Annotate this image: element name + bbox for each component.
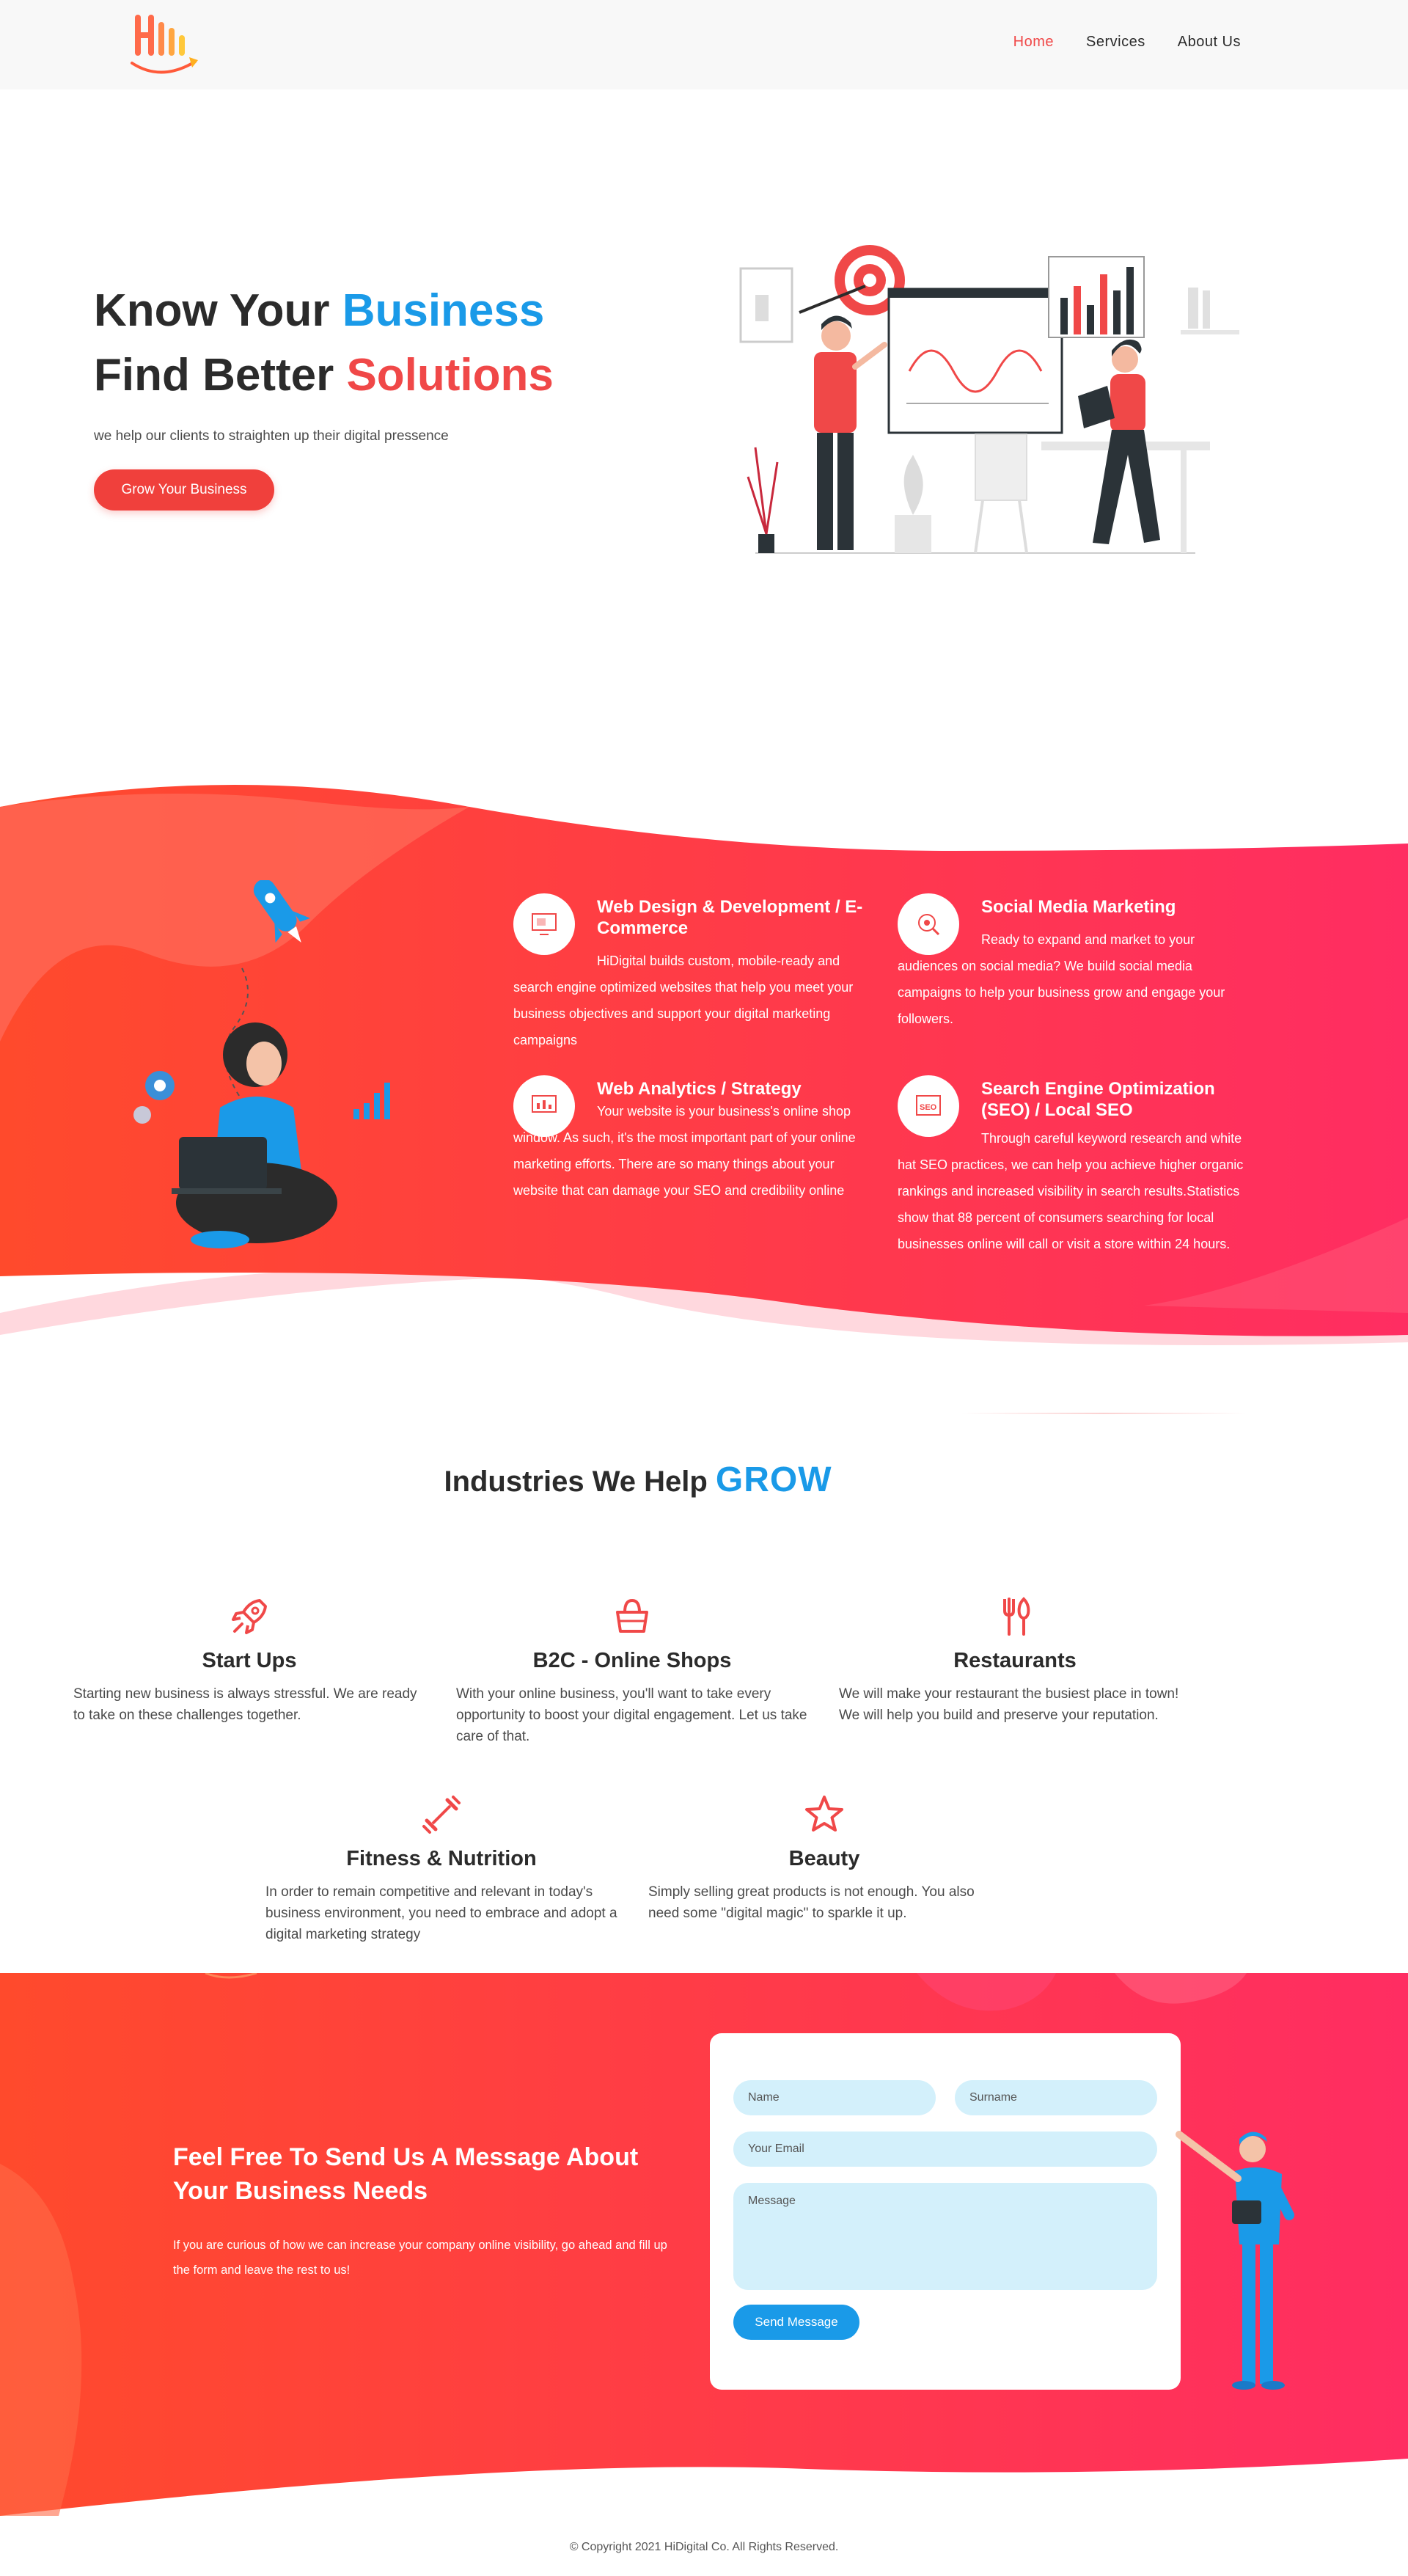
service-web-design: Web Design & Development / E-Commerce Hi… [513, 893, 880, 1053]
hero-line1-highlight: Business [342, 285, 545, 336]
nav-about-link[interactable]: About Us [1178, 34, 1241, 51]
surname-input[interactable]: Surname [955, 2080, 1157, 2115]
industry-text: In order to remain competitive and relev… [265, 1884, 617, 1942]
service-text: HiDigital builds custom, mobile-ready an… [513, 954, 854, 1047]
industry-title: Start Ups [202, 1649, 297, 1672]
contact-title: Feel Free To Send Us A Message About You… [173, 2143, 639, 2205]
analytics-icon [513, 1075, 575, 1137]
svg-text:SEO: SEO [920, 1103, 937, 1112]
industry-card-restaurants: Restaurants We will make your restaurant… [839, 1595, 1191, 1726]
service-title: Web Analytics / Strategy [597, 1079, 802, 1099]
main-nav: Home Services About Us [1013, 34, 1241, 51]
hero-title: Know Your Business Find Better Solutions [94, 279, 554, 408]
copyright-text: © Copyright 2021 HiDigital Co. All Right… [569, 2541, 839, 2553]
star-icon [805, 1796, 843, 1832]
industry-card-fitness: Fitness & Nutrition In order to remain c… [265, 1793, 617, 1945]
industry-title: B2C - Online Shops [532, 1649, 732, 1672]
hero-line2-prefix: Find Better [94, 350, 347, 400]
name-input[interactable]: Name [733, 2080, 936, 2115]
rocket-icon [232, 1599, 267, 1634]
contact-form: Name Surname Your Email Message Send Mes… [710, 2033, 1181, 2390]
service-title: Social Media Marketing [981, 897, 1176, 917]
seo-icon: SEO [898, 1075, 959, 1137]
service-web-analytics: Web Analytics / Strategy Your website is… [513, 1075, 880, 1204]
industry-title: Beauty [788, 1847, 860, 1870]
industries-title-prefix: Industries We Help [444, 1466, 716, 1498]
web-design-icon [513, 893, 575, 955]
email-input[interactable]: Your Email [733, 2132, 1157, 2167]
social-media-icon [898, 893, 959, 955]
hero-line2-highlight: Solutions [346, 350, 554, 400]
hero-line1-prefix: Know Your [94, 285, 342, 336]
hero-illustration [739, 245, 1239, 554]
service-title: Search Engine Optimization (SEO) / Local… [981, 1079, 1215, 1120]
send-message-button[interactable]: Send Message [733, 2305, 859, 2340]
section-divider [961, 1413, 1247, 1414]
industry-card-online-shops: B2C - Online Shops With your online busi… [456, 1595, 808, 1747]
man-pointing-illustration [1176, 2131, 1294, 2390]
site-header: Home Services About Us [0, 0, 1408, 89]
industry-text: Starting new business is always stressfu… [73, 1686, 417, 1723]
basket-icon [616, 1598, 648, 1633]
industry-text: Simply selling great products is not eno… [648, 1884, 975, 1921]
dumbbell-icon [422, 1796, 461, 1834]
service-title: Web Design & Development / E-Commerce [597, 897, 863, 938]
industry-title: Fitness & Nutrition [346, 1847, 537, 1870]
service-social-media: Social Media Marketing Ready to expand a… [898, 893, 1250, 1032]
grow-business-button[interactable]: Grow Your Business [94, 469, 274, 511]
contact-subtitle: If you are curious of how we can increas… [173, 2239, 667, 2277]
nav-services-link[interactable]: Services [1086, 34, 1145, 51]
industries-title: Industries We Help GROW [0, 1460, 1276, 1500]
industries-title-highlight: GROW [715, 1460, 832, 1499]
industry-card-startups: Start Ups Starting new business is alway… [73, 1595, 425, 1726]
hidigital-logo[interactable] [125, 6, 205, 85]
service-text: Through careful keyword research and whi… [898, 1131, 1244, 1251]
service-seo: SEO Search Engine Optimization (SEO) / L… [898, 1075, 1250, 1257]
industry-text: We will make your restaurant the busiest… [839, 1686, 1179, 1723]
industry-text: With your online business, you'll want t… [456, 1686, 807, 1744]
girl-laptop-illustration [133, 880, 390, 1248]
hero-subtitle: we help our clients to straighten up the… [94, 428, 449, 444]
site-footer: © Copyright 2021 HiDigital Co. All Right… [0, 2541, 1408, 2554]
message-textarea[interactable]: Message [733, 2183, 1157, 2290]
nav-home-link[interactable]: Home [1013, 34, 1054, 51]
industry-title: Restaurants [953, 1649, 1077, 1672]
industry-card-beauty: Beauty Simply selling great products is … [648, 1793, 1000, 1924]
utensils-icon [1003, 1597, 1030, 1636]
